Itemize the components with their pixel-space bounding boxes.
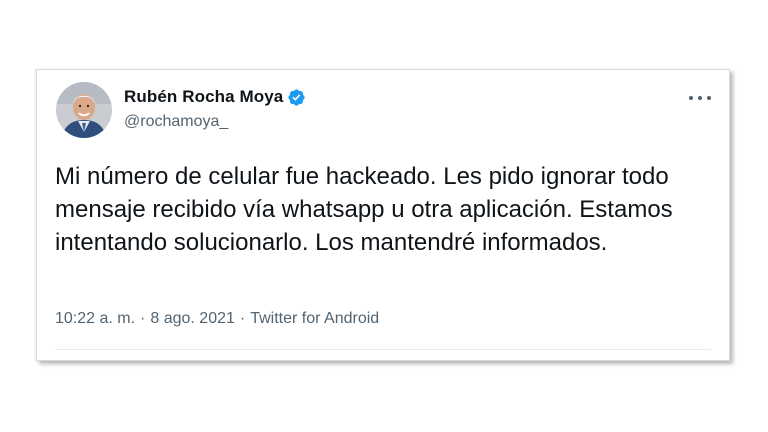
- tweet-text: Mi número de celular fue hackeado. Les p…: [55, 163, 673, 256]
- meta-separator: ·: [239, 310, 246, 327]
- display-name[interactable]: Rubén Rocha Moya: [124, 87, 283, 107]
- profile-photo-icon: [56, 82, 112, 138]
- more-options-icon[interactable]: [689, 89, 711, 107]
- verified-badge-icon: [287, 88, 306, 107]
- tweet-metadata: 10:22 a. m. · 8 ago. 2021 · Twitter for …: [55, 310, 379, 328]
- author-name-row[interactable]: Rubén Rocha Moya: [124, 87, 306, 107]
- tweet-card: Rubén Rocha Moya @rochamoya_ Mi número d…: [36, 69, 730, 361]
- tweet-time[interactable]: 10:22 a. m.: [55, 310, 135, 328]
- author-handle[interactable]: @rochamoya_: [124, 113, 228, 131]
- divider: [55, 349, 711, 350]
- tweet-date[interactable]: 8 ago. 2021: [150, 310, 235, 328]
- tweet-source[interactable]: Twitter for Android: [250, 310, 379, 328]
- meta-separator: ·: [140, 310, 146, 327]
- avatar[interactable]: [56, 82, 112, 138]
